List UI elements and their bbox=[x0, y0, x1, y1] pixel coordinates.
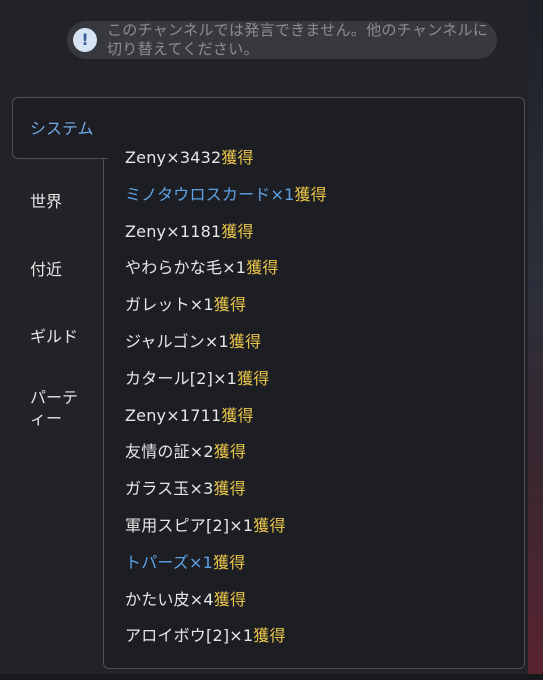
message-acquired-label: 獲得 bbox=[253, 626, 286, 646]
message-item-name: アロイボウ[2]×1 bbox=[125, 626, 254, 646]
message-item-name: ミノタウロスカード×1 bbox=[125, 184, 295, 204]
message-item: やわらかな毛×1獲得 bbox=[125, 256, 327, 293]
message-item-name: かたい皮×4 bbox=[125, 589, 214, 609]
message-item: 友情の証×2獲得 bbox=[125, 440, 327, 477]
message-item: Zeny×1711獲得 bbox=[125, 404, 327, 441]
message-item-name: Zeny×1181 bbox=[125, 221, 222, 241]
message-acquired-label: 獲得 bbox=[213, 479, 246, 499]
message-item-name: 友情の証×2 bbox=[125, 442, 214, 462]
message-acquired-label: 獲得 bbox=[221, 221, 254, 241]
message-acquired-label: 獲得 bbox=[253, 515, 286, 535]
message-item: Zeny×3432獲得 bbox=[125, 146, 327, 183]
message-item: トパーズ×1獲得 bbox=[125, 551, 327, 588]
message-acquired-label: 獲得 bbox=[213, 295, 247, 315]
tab-world[interactable]: 世界 bbox=[30, 191, 100, 212]
message-item-name: やわらかな毛×1 bbox=[125, 258, 247, 278]
message-item: ジャルゴン×1獲得 bbox=[125, 330, 327, 367]
tab-system[interactable]: システム bbox=[12, 97, 108, 159]
message-item-name: 軍用スピア[2]×1 bbox=[125, 515, 254, 535]
message-item: ガレット×1獲得 bbox=[125, 293, 327, 330]
message-item-name: トパーズ×1 bbox=[125, 552, 213, 572]
message-item: 軍用スピア[2]×1獲得 bbox=[125, 514, 327, 551]
message-item-name: カタール[2]×1 bbox=[125, 368, 238, 388]
message-item: かたい皮×4獲得 bbox=[125, 588, 327, 625]
channel-notice: ! このチャンネルでは発言できません。他のチャンネルに切り替えてください。 bbox=[67, 21, 497, 59]
tab-nearby[interactable]: 付近 bbox=[30, 259, 100, 280]
message-list: Zeny×3432獲得 ミノタウロスカード×1獲得 Zeny×1181獲得 やわらかな… bbox=[125, 146, 327, 661]
message-acquired-label: 獲得 bbox=[228, 331, 262, 351]
background-edge bbox=[528, 0, 543, 680]
message-acquired-label: 獲得 bbox=[294, 184, 327, 204]
message-acquired-label: 獲得 bbox=[237, 368, 270, 388]
tab-party[interactable]: パーティー bbox=[30, 387, 86, 429]
message-item: アロイボウ[2]×1獲得 bbox=[125, 624, 327, 661]
message-item-name: ガラス玉×3 bbox=[125, 479, 214, 499]
tab-guild[interactable]: ギルド bbox=[30, 326, 100, 347]
message-item: ミノタウロスカード×1獲得 bbox=[125, 183, 327, 220]
message-acquired-label: 獲得 bbox=[221, 405, 254, 425]
info-icon: ! bbox=[73, 28, 97, 52]
tab-system-label: システム bbox=[30, 119, 94, 138]
message-acquired-label: 獲得 bbox=[213, 442, 247, 462]
message-acquired-label: 獲得 bbox=[246, 258, 279, 278]
message-acquired-label: 獲得 bbox=[221, 148, 254, 167]
message-item: Zeny×1181獲得 bbox=[125, 220, 327, 257]
message-acquired-label: 獲得 bbox=[213, 589, 247, 609]
notice-text: このチャンネルでは発言できません。他のチャンネルに切り替えてください。 bbox=[107, 21, 489, 58]
message-item: ガラス玉×3獲得 bbox=[125, 477, 327, 514]
message-acquired-label: 獲得 bbox=[213, 552, 246, 572]
bottom-edge bbox=[0, 674, 543, 680]
message-item-name: ジャルゴン×1 bbox=[125, 331, 229, 351]
message-item-name: ガレット×1 bbox=[125, 295, 214, 315]
message-item: カタール[2]×1獲得 bbox=[125, 367, 327, 404]
message-item-name: Zeny×3432 bbox=[125, 148, 222, 167]
message-item-name: Zeny×1711 bbox=[125, 405, 222, 425]
